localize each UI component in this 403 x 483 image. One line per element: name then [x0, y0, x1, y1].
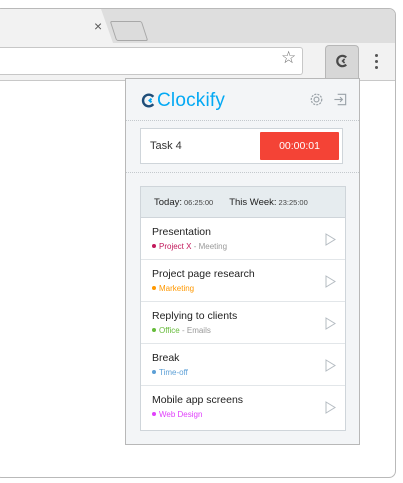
timer-panel: Task 4 00:00:01	[140, 128, 343, 164]
play-icon[interactable]	[325, 359, 336, 372]
play-icon[interactable]	[325, 317, 336, 330]
close-tab-icon[interactable]: ×	[94, 19, 102, 33]
clockify-popup: Clockify Task 4 00:00:01 Today: 06:25:00…	[125, 78, 360, 445]
time-entry[interactable]: Project page research Marketing	[141, 260, 345, 302]
entry-project: Office - Emails	[152, 326, 211, 335]
browser-toolbar: ☆	[0, 43, 395, 81]
entry-detail: - Meeting	[191, 242, 228, 251]
entry-project: Time-off	[152, 368, 188, 377]
gear-icon[interactable]	[309, 92, 324, 107]
address-bar[interactable]	[0, 47, 303, 75]
project-name: Time-off	[159, 368, 188, 377]
project-color-dot	[152, 370, 156, 374]
project-color-dot	[152, 328, 156, 332]
entry-project: Marketing	[152, 284, 194, 293]
today-label: Today:	[154, 196, 182, 208]
clockify-extension-button[interactable]	[325, 45, 359, 78]
time-entry[interactable]: Break Time-off	[141, 344, 345, 386]
entry-description: Replying to clients	[152, 310, 238, 322]
project-name: Project X	[159, 242, 192, 251]
recent-entries-panel: Today: 06:25:00 This Week: 23:25:00 Pres…	[140, 186, 346, 431]
play-icon[interactable]	[325, 233, 336, 246]
week-label: This Week:	[229, 196, 277, 208]
entry-project: Web Design	[152, 410, 202, 419]
logout-icon[interactable]	[333, 92, 348, 107]
project-name: Marketing	[159, 284, 195, 293]
bookmark-star-icon[interactable]: ☆	[281, 48, 296, 68]
task-description[interactable]: Task 4	[150, 140, 182, 152]
entry-detail: - Emails	[179, 326, 211, 335]
entry-description: Presentation	[152, 226, 211, 238]
play-icon[interactable]	[325, 275, 336, 288]
clockify-logo-icon	[141, 93, 155, 108]
clockify-logo: Clockify	[141, 91, 225, 110]
project-name: Web Design	[159, 410, 203, 419]
tab-strip: ×	[0, 9, 395, 43]
clockify-extension-icon	[336, 54, 347, 68]
today-total: 06:25:00	[184, 197, 214, 207]
entry-description: Project page research	[152, 268, 255, 280]
time-entry[interactable]: Mobile app screens Web Design	[141, 386, 345, 428]
entry-project: Project X - Meeting	[152, 242, 227, 251]
week-total: 23:25:00	[278, 197, 308, 207]
project-color-dot	[152, 244, 156, 248]
time-entry[interactable]: Presentation Project X - Meeting	[141, 218, 345, 260]
popup-header: Clockify	[126, 79, 359, 120]
brand-name: Clockify	[157, 90, 226, 111]
header-divider	[126, 120, 359, 121]
project-color-dot	[152, 286, 156, 290]
stop-timer-button[interactable]: 00:00:01	[260, 132, 339, 160]
new-tab-button[interactable]	[109, 21, 149, 41]
project-name: Office	[159, 326, 180, 335]
play-icon[interactable]	[325, 401, 336, 414]
timer-divider	[126, 172, 359, 173]
totals-bar: Today: 06:25:00 This Week: 23:25:00	[141, 187, 345, 218]
entry-description: Mobile app screens	[152, 394, 244, 406]
entry-description: Break	[152, 352, 180, 364]
browser-menu-icon[interactable]	[375, 54, 378, 69]
time-entry[interactable]: Replying to clients Office - Emails	[141, 302, 345, 344]
project-color-dot	[152, 412, 156, 416]
